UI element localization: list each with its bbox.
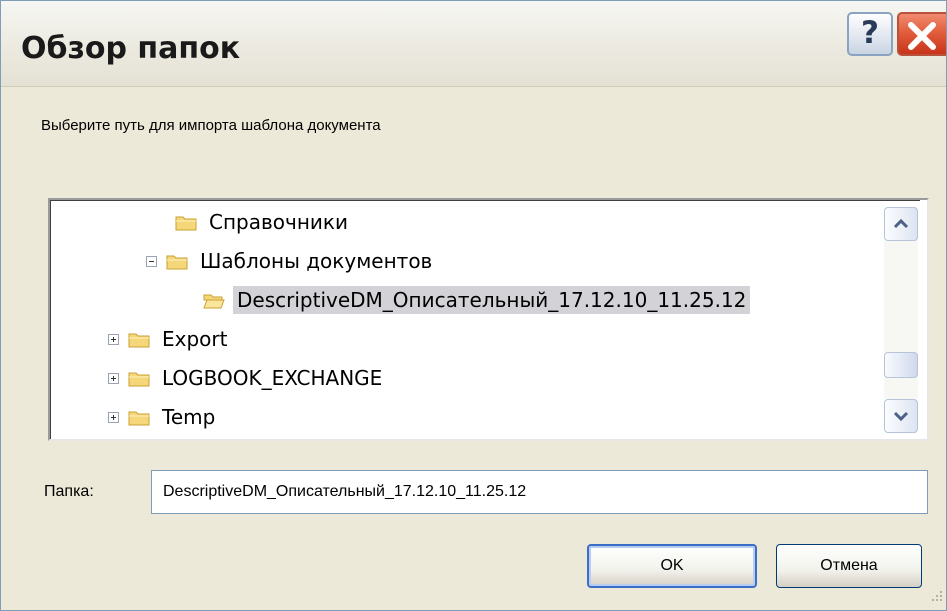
- browse-folders-dialog: Обзор папок ? Выберите путь для импорта …: [0, 0, 947, 611]
- expand-icon[interactable]: [108, 333, 119, 345]
- cancel-button[interactable]: Отмена: [776, 544, 922, 588]
- folder-icon: [175, 216, 197, 230]
- tree-item-temp[interactable]: Temp: [108, 400, 219, 434]
- close-button[interactable]: [897, 12, 946, 56]
- folder-path-input[interactable]: DescriptiveDM_Описательный_17.12.10_11.2…: [151, 470, 928, 514]
- folder-icon: [166, 255, 188, 269]
- folder-icon: [128, 411, 150, 425]
- title-bar[interactable]: Обзор папок ?: [1, 1, 946, 87]
- tree-item-label: Справочники: [209, 210, 348, 234]
- tree-item-label: DescriptiveDM_Описательный_17.12.10_11.2…: [233, 286, 751, 314]
- folder-field-label: Папка:: [44, 483, 94, 500]
- help-button[interactable]: ?: [847, 12, 893, 56]
- folder-open-icon: [203, 294, 225, 308]
- close-icon: [908, 22, 936, 50]
- tree-item-logbook-exchange[interactable]: LOGBOOK_EXCHANGE: [108, 361, 386, 395]
- tree-item-label: LOGBOOK_EXCHANGE: [162, 366, 383, 390]
- tree-item-reference-books[interactable]: Справочники: [175, 205, 352, 239]
- tree-item-label: Temp: [162, 405, 216, 429]
- scroll-up-icon: [893, 218, 909, 229]
- scrollbar-thumb[interactable]: [884, 352, 918, 378]
- help-icon: ?: [861, 15, 879, 51]
- folder-icon: [128, 372, 150, 386]
- expand-icon[interactable]: [108, 411, 119, 423]
- tree-item-label: Шаблоны документов: [200, 249, 433, 273]
- folder-icon: [128, 333, 150, 347]
- resize-grip-icon[interactable]: [926, 589, 944, 607]
- window-title: Обзор папок: [21, 31, 241, 66]
- scroll-down-icon: [893, 411, 909, 422]
- ok-button[interactable]: OK: [587, 544, 757, 588]
- folder-tree[interactable]: Справочники Шаблоны документов Descripti…: [48, 198, 929, 441]
- expand-icon[interactable]: [108, 372, 119, 384]
- tree-item-export[interactable]: Export: [108, 322, 231, 356]
- scroll-up-button[interactable]: [884, 207, 918, 241]
- collapse-icon[interactable]: [146, 255, 157, 267]
- tree-item-document-templates[interactable]: Шаблоны документов: [146, 244, 436, 278]
- dialog-prompt: Выберите путь для импорта шаблона докуме…: [41, 117, 381, 134]
- tree-item-selected-template[interactable]: DescriptiveDM_Описательный_17.12.10_11.2…: [203, 283, 751, 317]
- folder-tree-viewport: Справочники Шаблоны документов Descripti…: [50, 200, 920, 439]
- tree-item-label: Export: [162, 327, 228, 351]
- scroll-down-button[interactable]: [884, 399, 918, 433]
